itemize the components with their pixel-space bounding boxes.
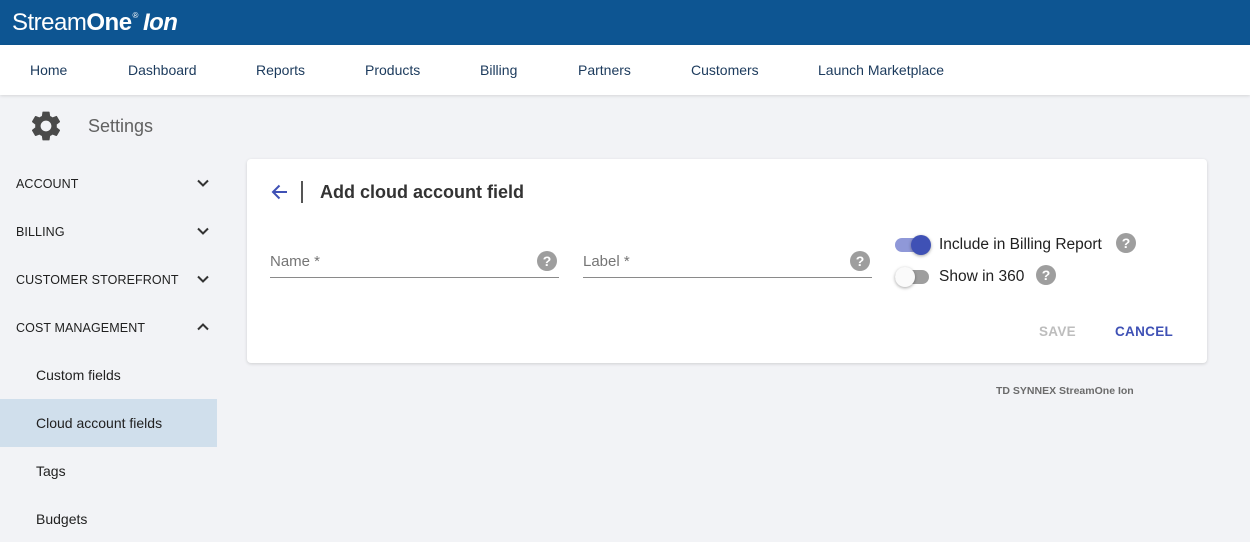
- gear-icon: [31, 111, 61, 141]
- cancel-button[interactable]: CANCEL: [1115, 324, 1173, 339]
- sidebar-section-label: COST MANAGEMENT: [16, 321, 146, 335]
- sidebar-section-label: BILLING: [16, 225, 65, 239]
- toggle-knob: [911, 235, 931, 255]
- nav-partners[interactable]: Partners: [578, 62, 631, 78]
- save-button[interactable]: SAVE: [1039, 324, 1076, 339]
- nav-reports[interactable]: Reports: [256, 62, 305, 78]
- chevron-up-icon: [197, 323, 209, 331]
- include-billing-label: Include in Billing Report: [939, 236, 1102, 253]
- sidebar-item-label: Tags: [36, 463, 66, 479]
- settings-sidebar: ACCOUNT BILLING CUSTOMER STOREFRONT COST…: [0, 159, 217, 542]
- sidebar-item-custom-fields[interactable]: Custom fields: [0, 351, 217, 399]
- add-field-card: Add cloud account field Name * ? Label *…: [247, 159, 1207, 363]
- name-placeholder: Name *: [270, 253, 321, 270]
- label-placeholder: Label *: [583, 253, 630, 270]
- brand-logo[interactable]: StreamOne® Ion: [12, 9, 178, 37]
- show-360-label: Show in 360: [939, 268, 1025, 285]
- label-field[interactable]: Label * ?: [583, 243, 872, 278]
- label-help-icon[interactable]: ?: [850, 251, 870, 271]
- nav-billing[interactable]: Billing: [480, 62, 517, 78]
- sidebar-item-budgets[interactable]: Budgets: [0, 495, 217, 542]
- nav-launch-marketplace[interactable]: Launch Marketplace: [818, 62, 944, 78]
- nav-customers[interactable]: Customers: [691, 62, 759, 78]
- sidebar-item-label: Cloud account fields: [36, 415, 163, 431]
- show-360-toggle[interactable]: [895, 266, 931, 288]
- title-divider: [301, 181, 303, 203]
- sidebar-item-label: Budgets: [36, 511, 88, 527]
- nav-home[interactable]: Home: [30, 62, 67, 78]
- sidebar-item-cloud-account-fields[interactable]: Cloud account fields: [0, 399, 217, 447]
- include-billing-help-icon[interactable]: ?: [1116, 233, 1136, 253]
- sidebar-item-tags[interactable]: Tags: [0, 447, 217, 495]
- nav-products[interactable]: Products: [365, 62, 420, 78]
- include-billing-toggle[interactable]: [895, 234, 931, 256]
- form-title: Add cloud account field: [320, 182, 525, 202]
- footer-text: TD SYNNEX StreamOne Ion: [996, 385, 1134, 397]
- top-header: StreamOne® Ion: [0, 0, 1250, 45]
- back-arrow-icon[interactable]: [271, 183, 289, 201]
- sidebar-section-cost-management[interactable]: COST MANAGEMENT: [0, 303, 217, 351]
- show-360-help-icon[interactable]: ?: [1036, 265, 1056, 285]
- chevron-down-icon: [197, 179, 209, 187]
- settings-title: Settings: [88, 116, 154, 136]
- sidebar-section-customer-storefront[interactable]: CUSTOMER STOREFRONT: [0, 255, 217, 303]
- nav-dashboard[interactable]: Dashboard: [128, 62, 197, 78]
- main-nav: Home Dashboard Reports Products Billing …: [0, 45, 1250, 95]
- chevron-down-icon: [197, 227, 209, 235]
- name-help-icon[interactable]: ?: [537, 251, 557, 271]
- sidebar-section-label: ACCOUNT: [16, 177, 79, 191]
- sidebar-section-account[interactable]: ACCOUNT: [0, 159, 217, 207]
- sidebar-item-label: Custom fields: [36, 367, 121, 383]
- sidebar-section-label: CUSTOMER STOREFRONT: [16, 273, 179, 287]
- chevron-down-icon: [197, 275, 209, 283]
- name-field[interactable]: Name * ?: [270, 243, 559, 278]
- sidebar-section-billing[interactable]: BILLING: [0, 207, 217, 255]
- toggle-knob: [895, 267, 915, 287]
